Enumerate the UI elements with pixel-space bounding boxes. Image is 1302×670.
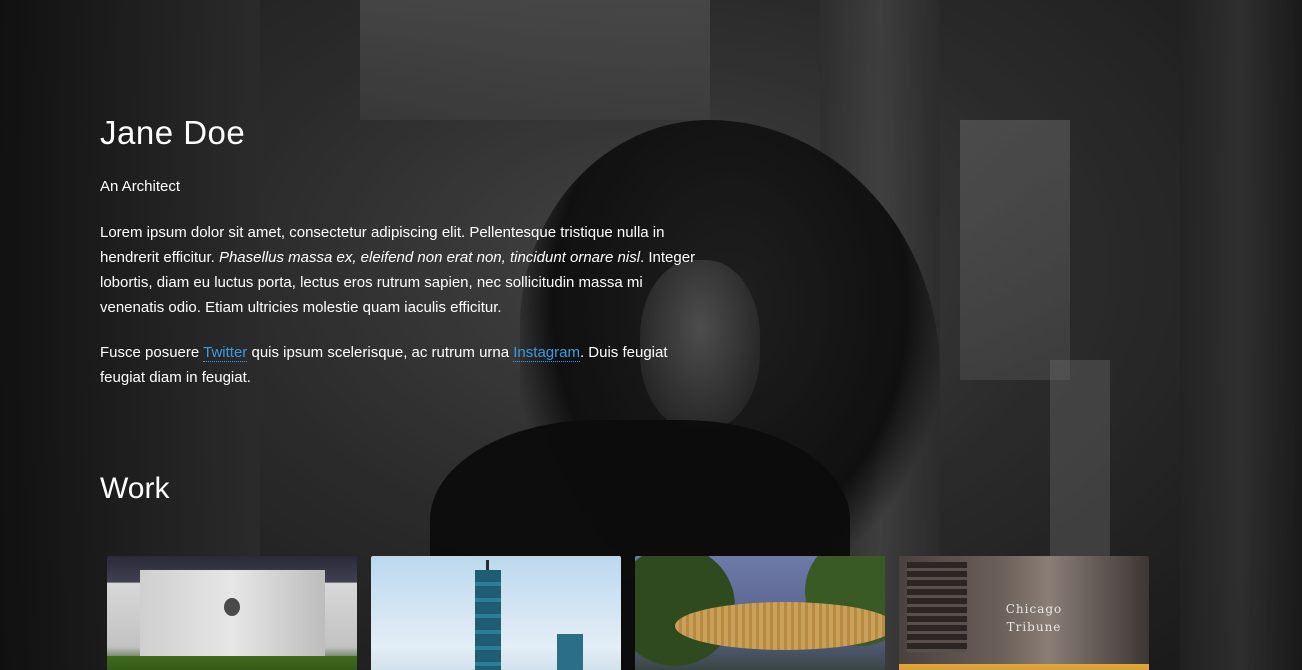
side-building — [557, 634, 583, 670]
building-windows — [907, 562, 967, 652]
apple-logo-icon — [224, 598, 240, 616]
work-thumbnail-apple-store[interactable] — [107, 556, 357, 670]
profile-name: Jane Doe — [100, 114, 246, 151]
social-text-start: Fusce posuere — [100, 344, 204, 361]
work-thumbnail-pavilion[interactable] — [635, 556, 885, 670]
work-heading: Work — [100, 472, 170, 505]
skyscraper — [475, 570, 501, 670]
profile-role: An Architect — [100, 178, 181, 195]
social-paragraph: Fusce posuere Twitter quis ipsum sceleri… — [100, 340, 710, 390]
social-text-mid: quis ipsum scelerisque, ac rutrum urna — [247, 344, 514, 361]
work-thumbnail-tribune[interactable]: Chicago Tribune — [899, 556, 1149, 670]
instagram-link[interactable]: Instagram — [513, 344, 580, 362]
building-sign: Chicago Tribune — [1005, 602, 1063, 634]
twitter-link[interactable]: Twitter — [203, 344, 248, 362]
wooden-roof — [675, 602, 885, 650]
shrubbery — [107, 656, 357, 670]
stone-facade — [140, 570, 325, 670]
intro-text-emphasis: Phasellus massa ex, eleifend non erat no… — [218, 249, 641, 266]
work-thumbnail-taipei-tower[interactable] — [371, 556, 621, 670]
storefront-glow — [899, 664, 1149, 670]
work-gallery: Chicago Tribune — [107, 556, 1149, 670]
intro-paragraph: Lorem ipsum dolor sit amet, consectetur … — [100, 220, 710, 320]
